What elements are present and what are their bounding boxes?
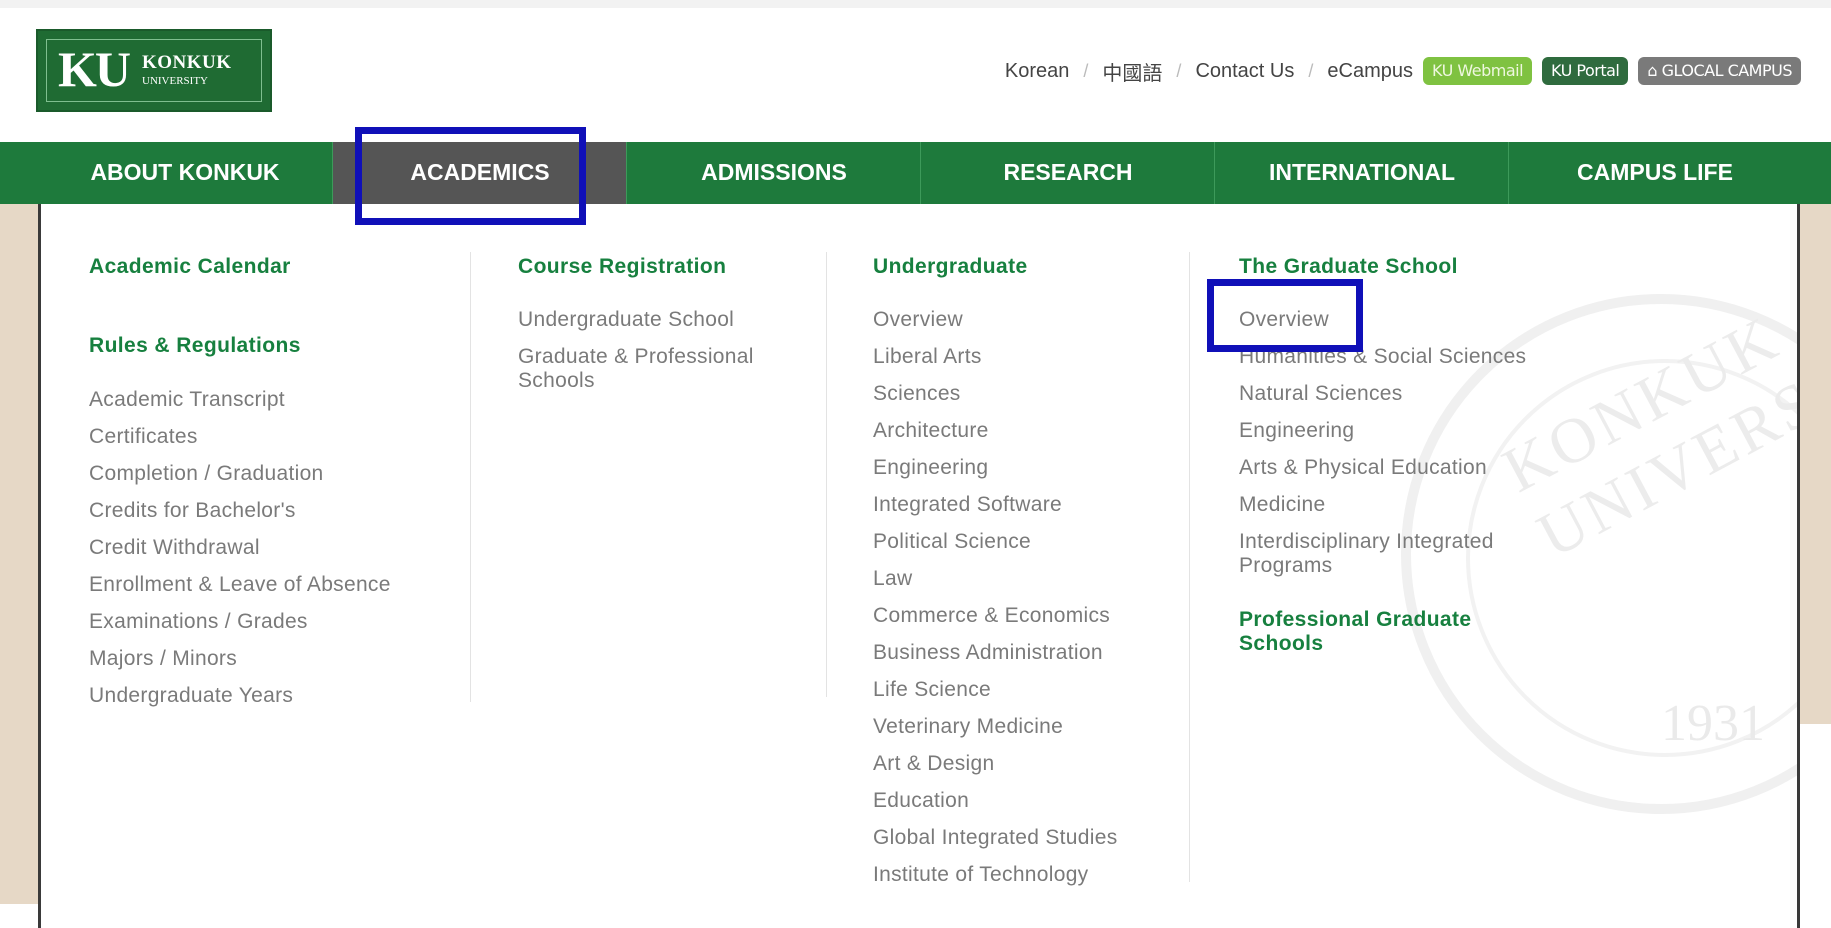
link-sciences[interactable]: Sciences bbox=[873, 382, 961, 406]
link-completion-graduation[interactable]: Completion / Graduation bbox=[89, 462, 324, 486]
util-link-contact[interactable]: Contact Us bbox=[1195, 60, 1294, 83]
link-ug-overview[interactable]: Overview bbox=[873, 308, 963, 332]
logo-name: KONKUK bbox=[142, 52, 232, 73]
link-natural-sciences[interactable]: Natural Sciences bbox=[1239, 382, 1403, 406]
home-icon: ⌂ bbox=[1647, 61, 1658, 80]
logo-mark: KU bbox=[58, 41, 131, 97]
link-majors-minors[interactable]: Majors / Minors bbox=[89, 647, 237, 671]
heading-course-registration[interactable]: Course Registration bbox=[518, 255, 726, 279]
nav-international[interactable]: INTERNATIONAL bbox=[1214, 142, 1509, 204]
link-architecture[interactable]: Architecture bbox=[873, 419, 989, 443]
link-medicine[interactable]: Medicine bbox=[1239, 493, 1325, 517]
page-background-right bbox=[1800, 204, 1831, 724]
link-ug-engineering[interactable]: Engineering bbox=[873, 456, 988, 480]
main-nav: ABOUT KONKUK ACADEMICS ADMISSIONS RESEAR… bbox=[0, 142, 1831, 204]
util-link-ecampus[interactable]: eCampus bbox=[1327, 60, 1413, 83]
link-undergraduate-years[interactable]: Undergraduate Years bbox=[89, 684, 293, 708]
heading-rules-regulations[interactable]: Rules & Regulations bbox=[89, 334, 301, 358]
column-divider bbox=[1189, 252, 1190, 882]
link-veterinary-medicine[interactable]: Veterinary Medicine bbox=[873, 715, 1063, 739]
column-divider bbox=[826, 252, 827, 697]
link-certificates[interactable]: Certificates bbox=[89, 425, 198, 449]
link-global-integrated-studies[interactable]: Global Integrated Studies bbox=[873, 826, 1118, 850]
link-credits-bachelors[interactable]: Credits for Bachelor's bbox=[89, 499, 296, 523]
link-institute-of-technology[interactable]: Institute of Technology bbox=[873, 863, 1089, 887]
util-link-korean[interactable]: Korean bbox=[1005, 60, 1070, 83]
konkuk-logo[interactable]: KU KONKUK UNIVERSITY bbox=[36, 29, 272, 112]
link-undergraduate-school[interactable]: Undergraduate School bbox=[518, 308, 734, 332]
separator: / bbox=[1176, 60, 1182, 81]
link-education[interactable]: Education bbox=[873, 789, 969, 813]
top-strip bbox=[0, 0, 1831, 8]
link-art-design[interactable]: Art & Design bbox=[873, 752, 994, 776]
ku-portal-button[interactable]: KU Portal bbox=[1542, 57, 1629, 85]
heading-professional-graduate-schools[interactable]: Professional Graduate Schools bbox=[1239, 608, 1539, 656]
link-commerce-economics[interactable]: Commerce & Economics bbox=[873, 604, 1110, 628]
link-grad-engineering[interactable]: Engineering bbox=[1239, 419, 1354, 443]
highlight-box-overview bbox=[1207, 279, 1363, 352]
link-arts-physical-education[interactable]: Arts & Physical Education bbox=[1239, 456, 1487, 480]
link-examinations-grades[interactable]: Examinations / Grades bbox=[89, 610, 308, 634]
link-credit-withdrawal[interactable]: Credit Withdrawal bbox=[89, 536, 260, 560]
link-integrated-software[interactable]: Integrated Software bbox=[873, 493, 1062, 517]
column-divider bbox=[470, 252, 471, 702]
heading-academic-calendar[interactable]: Academic Calendar bbox=[89, 255, 291, 279]
link-academic-transcript[interactable]: Academic Transcript bbox=[89, 388, 285, 412]
link-political-science[interactable]: Political Science bbox=[873, 530, 1031, 554]
nav-about-konkuk[interactable]: ABOUT KONKUK bbox=[38, 142, 332, 204]
link-enrollment-leave[interactable]: Enrollment & Leave of Absence bbox=[89, 573, 391, 597]
nav-admissions[interactable]: ADMISSIONS bbox=[626, 142, 921, 204]
link-business-administration[interactable]: Business Administration bbox=[873, 641, 1103, 665]
nav-research[interactable]: RESEARCH bbox=[920, 142, 1215, 204]
heading-undergraduate[interactable]: Undergraduate bbox=[873, 255, 1028, 279]
link-interdisciplinary-programs[interactable]: Interdisciplinary Integrated Programs bbox=[1239, 530, 1539, 578]
util-link-chinese[interactable]: 中國語 bbox=[1102, 57, 1162, 86]
academics-mega-menu: KONKUK UNIVERSITY 1931 Academic Calendar… bbox=[38, 204, 1800, 928]
nav-campus-life[interactable]: CAMPUS LIFE bbox=[1508, 142, 1801, 204]
seal-year: 1931 bbox=[1661, 695, 1765, 752]
highlight-box-academics bbox=[355, 127, 586, 225]
heading-graduate-school[interactable]: The Graduate School bbox=[1239, 255, 1458, 279]
separator: / bbox=[1308, 60, 1314, 81]
separator: / bbox=[1083, 60, 1089, 81]
utility-links: Korean / 中國語 / Contact Us / eCampus KU W… bbox=[1005, 55, 1801, 87]
logo-sub: UNIVERSITY bbox=[142, 75, 208, 87]
glocal-campus-button[interactable]: ⌂ GLOCAL CAMPUS bbox=[1638, 57, 1801, 85]
glocal-campus-label: GLOCAL CAMPUS bbox=[1661, 61, 1793, 80]
link-liberal-arts[interactable]: Liberal Arts bbox=[873, 345, 982, 369]
link-law[interactable]: Law bbox=[873, 567, 912, 591]
link-graduate-professional-schools[interactable]: Graduate & Professional Schools bbox=[518, 345, 788, 393]
link-life-science[interactable]: Life Science bbox=[873, 678, 991, 702]
page-background-left bbox=[0, 204, 38, 904]
ku-webmail-button[interactable]: KU Webmail bbox=[1423, 57, 1533, 85]
